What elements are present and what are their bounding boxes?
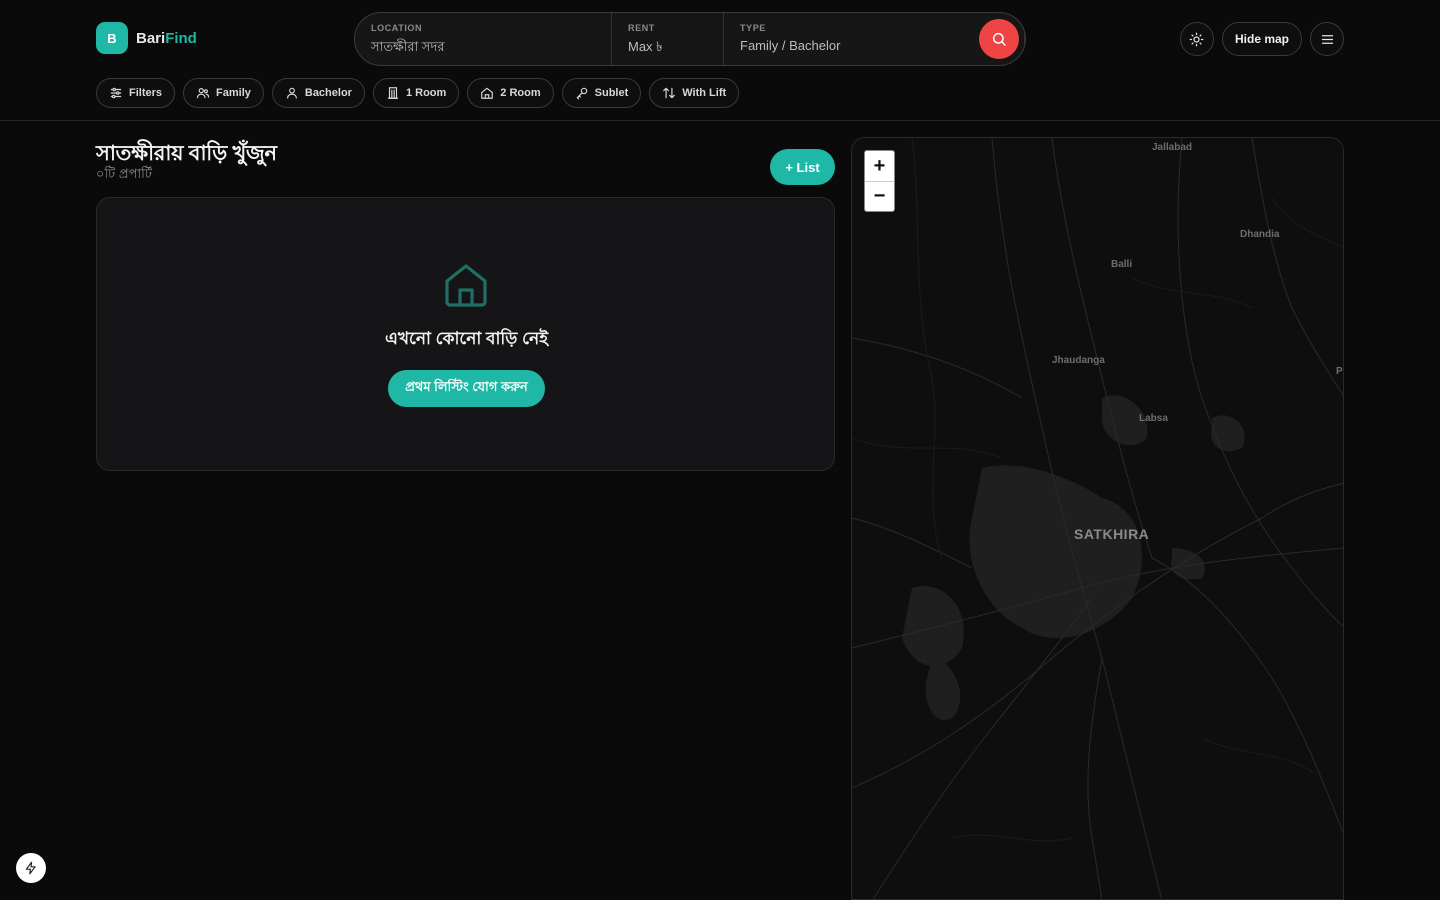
theme-toggle-button[interactable] xyxy=(1179,22,1214,56)
location-value: সাতক্ষীরা সদর xyxy=(371,39,445,54)
chip-label: 2 Room xyxy=(500,87,541,99)
menu-button[interactable] xyxy=(1310,22,1344,56)
sun-icon xyxy=(1190,32,1204,46)
chip-label: Sublet xyxy=(594,87,629,99)
brand-logo[interactable]: B BariFind xyxy=(96,22,197,54)
map-label-dhandia: Dhandia xyxy=(1240,229,1280,240)
search-bar: LOCATION সাতক্ষীরা সদর RENT Max ৳ TYPE F… xyxy=(354,12,1026,66)
home-icon xyxy=(481,87,494,99)
lightning-icon xyxy=(25,861,36,875)
hide-map-button[interactable]: Hide map xyxy=(1221,22,1302,56)
chip-family[interactable]: Family xyxy=(183,78,264,108)
search-button[interactable] xyxy=(979,19,1019,59)
chip-2-room[interactable]: 2 Room xyxy=(467,78,554,108)
map-panel[interactable]: + − Jallabad Dhandia Balli Jhaudanga Lab… xyxy=(851,137,1344,900)
hamburger-icon xyxy=(1321,34,1333,44)
zoom-out-button[interactable]: − xyxy=(865,181,894,211)
filter-chips: Filters Family Bachelor 1 Room 2 Room Su… xyxy=(96,78,740,108)
brand-name: BariFind xyxy=(136,29,197,47)
door-icon xyxy=(387,87,399,99)
chip-filters[interactable]: Filters xyxy=(96,78,176,108)
type-label: TYPE xyxy=(740,23,766,33)
user-icon xyxy=(286,87,297,99)
chip-label: Family xyxy=(216,87,251,99)
dev-tools-badge[interactable] xyxy=(16,853,46,883)
chip-sublet[interactable]: Sublet xyxy=(561,78,642,108)
chip-1-room[interactable]: 1 Room xyxy=(372,78,460,108)
logo-mark: B xyxy=(96,22,128,54)
house-icon xyxy=(445,264,487,307)
chip-label: Filters xyxy=(129,87,163,99)
top-header: B BariFind LOCATION সাতক্ষীরা সদর RENT M… xyxy=(0,0,1440,121)
chip-label: Bachelor xyxy=(304,87,352,99)
chip-bachelor[interactable]: Bachelor xyxy=(271,78,365,108)
sliders-icon xyxy=(110,87,122,99)
search-icon xyxy=(992,32,1006,46)
map-tiles xyxy=(852,138,1343,899)
rent-value: Max ৳ xyxy=(628,39,663,54)
rent-field[interactable]: RENT Max ৳ xyxy=(612,13,724,65)
chip-label: With Lift xyxy=(682,87,727,99)
type-value: Family / Bachelor xyxy=(740,38,841,53)
location-label: LOCATION xyxy=(371,23,423,33)
zoom-in-button[interactable]: + xyxy=(865,151,894,181)
map-label-jhaudanga: Jhaudanga xyxy=(1052,355,1105,366)
users-icon xyxy=(196,88,210,99)
property-count: ০টি প্রপার্টি xyxy=(96,166,152,181)
chip-label: 1 Room xyxy=(405,87,447,99)
zoom-controls: + − xyxy=(864,150,895,212)
map-label-satkhira: SATKHIRA xyxy=(1074,526,1150,542)
map-label-labsa: Labsa xyxy=(1139,413,1168,424)
map-label-edge: P xyxy=(1336,366,1343,377)
key-icon xyxy=(576,87,587,100)
rent-label: RENT xyxy=(628,23,655,33)
empty-state-card: এখনো কোনো বাড়ি নেই প্রথম লিস্টিং যোগ কর… xyxy=(96,197,835,471)
map-label-balli: Balli xyxy=(1111,259,1133,270)
arrows-updown-icon xyxy=(663,87,676,99)
map-label-jallabad: Jallabad xyxy=(1152,142,1193,153)
add-first-listing-button[interactable]: প্রথম লিস্টিং যোগ করুন xyxy=(388,370,545,407)
empty-state-title: এখনো কোনো বাড়ি নেই xyxy=(384,329,549,348)
location-field[interactable]: LOCATION সাতক্ষীরা সদর xyxy=(355,13,612,65)
chip-with-lift[interactable]: With Lift xyxy=(649,78,740,108)
add-listing-button[interactable]: + List xyxy=(770,149,835,185)
